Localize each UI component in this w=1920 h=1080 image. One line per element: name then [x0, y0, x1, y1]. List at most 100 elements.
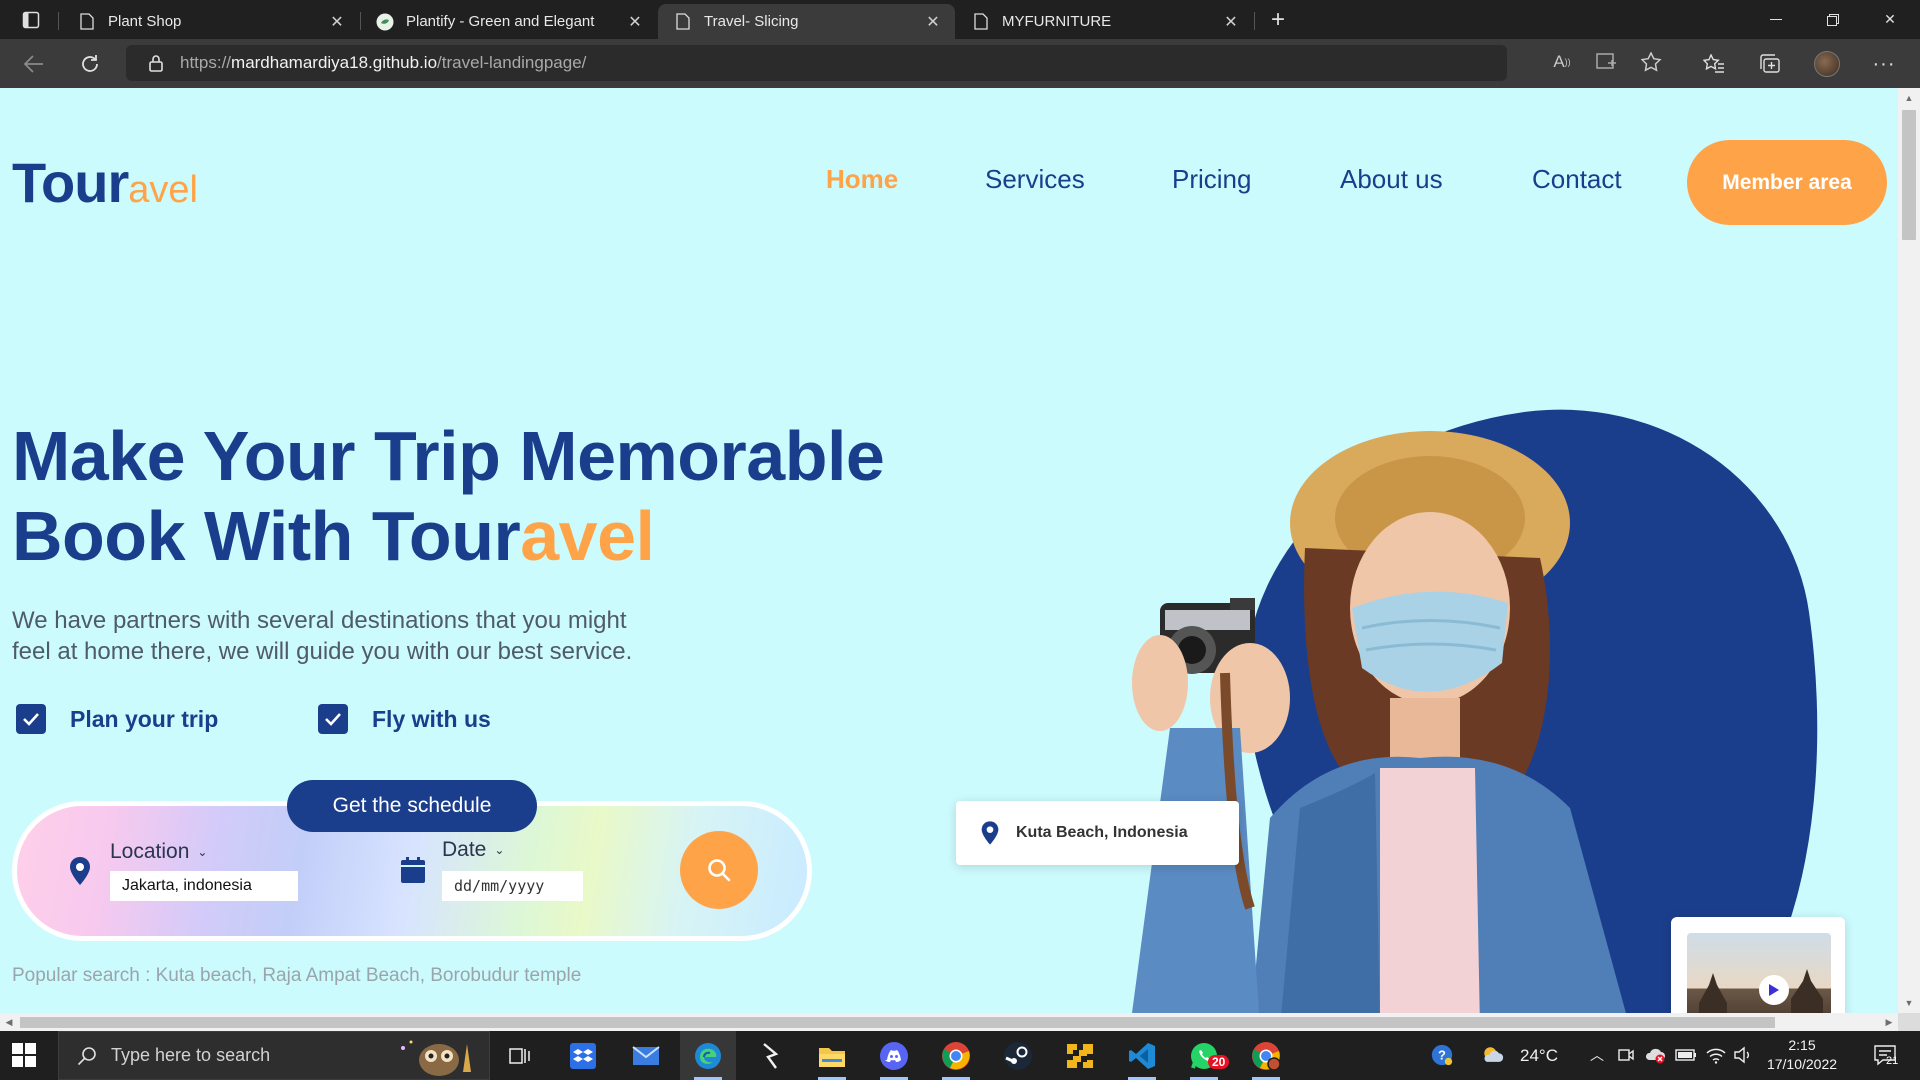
- close-window-button[interactable]: ✕: [1862, 0, 1918, 39]
- close-icon[interactable]: ✕: [625, 12, 645, 32]
- search-icon: [77, 1046, 96, 1065]
- mail-icon[interactable]: [618, 1031, 674, 1080]
- edge-browser-icon[interactable]: [680, 1031, 736, 1080]
- tab-actions-icon[interactable]: [12, 7, 50, 33]
- collections-icon[interactable]: [1754, 48, 1786, 80]
- tab-title: Travel- Slicing: [704, 13, 799, 30]
- location-dropdown[interactable]: Location ⌄: [110, 840, 207, 864]
- taskbar-search-box[interactable]: Type here to search: [58, 1031, 490, 1080]
- nav-home[interactable]: Home: [826, 164, 898, 195]
- clock-time: 2:15: [1788, 1037, 1816, 1053]
- steam-icon[interactable]: [990, 1031, 1046, 1080]
- file-explorer-icon[interactable]: [804, 1031, 860, 1080]
- battery-icon[interactable]: [1674, 1043, 1698, 1067]
- taskbar-clock[interactable]: 2:15 17/10/2022: [1760, 1036, 1844, 1074]
- hero-title-main: Book With Tour: [12, 497, 521, 575]
- meet-now-icon[interactable]: [1614, 1043, 1638, 1067]
- location-input[interactable]: Jakarta, indonesia: [110, 871, 298, 901]
- nav-pricing[interactable]: Pricing: [1172, 164, 1251, 195]
- vscode-icon[interactable]: [1114, 1031, 1170, 1080]
- help-icon[interactable]: ?: [1430, 1043, 1454, 1067]
- url-text: https://mardhamardiya18.github.io/travel…: [180, 53, 586, 73]
- chevron-down-icon: ⌄: [197, 845, 208, 859]
- restore-button[interactable]: [1805, 0, 1861, 39]
- taskbar-search-placeholder: Type here to search: [111, 1045, 271, 1065]
- more-menu-icon[interactable]: ···: [1868, 48, 1900, 80]
- refresh-button[interactable]: [75, 49, 105, 79]
- checkbox-icon: [16, 704, 46, 734]
- tab-myfurniture[interactable]: MYFURNITURE ✕: [956, 4, 1253, 39]
- search-highlight-owl-icon: [401, 1040, 471, 1076]
- immersive-reader-icon[interactable]: [1592, 47, 1622, 77]
- volume-icon[interactable]: [1731, 1043, 1755, 1067]
- vertical-scrollbar[interactable]: ▲ ▼: [1898, 88, 1920, 1013]
- new-tab-button[interactable]: +: [1264, 6, 1292, 34]
- popular-search-text: Popular search : Kuta beach, Raja Ampat …: [12, 965, 582, 986]
- scrollbar-thumb[interactable]: [1902, 110, 1916, 240]
- read-aloud-icon[interactable]: A)): [1547, 47, 1577, 77]
- date-label: Date: [442, 838, 487, 861]
- wifi-icon[interactable]: [1704, 1043, 1728, 1067]
- clock-date: 17/10/2022: [1766, 1056, 1838, 1072]
- date-dropdown[interactable]: Date ⌄: [442, 838, 504, 862]
- browser-tab-strip: Plant Shop ✕ Plantify - Green and Elegan…: [0, 0, 1920, 39]
- chevron-down-icon: ⌄: [494, 843, 505, 857]
- scroll-right-icon[interactable]: ▶: [1880, 1013, 1898, 1031]
- scroll-left-icon[interactable]: ◀: [0, 1013, 18, 1031]
- lock-icon[interactable]: [148, 54, 166, 72]
- close-icon[interactable]: ✕: [327, 12, 347, 32]
- nav-services[interactable]: Services: [985, 164, 1085, 195]
- date-input[interactable]: dd/mm/yyyy: [442, 871, 583, 901]
- location-card: Kuta Beach, Indonesia: [956, 801, 1239, 865]
- cloud-sync-error-icon[interactable]: [1643, 1043, 1667, 1067]
- traveler-photo: [1130, 431, 1630, 1028]
- page-icon: [78, 13, 96, 31]
- task-view-icon[interactable]: [492, 1031, 548, 1080]
- vpn-app-icon[interactable]: [742, 1031, 798, 1080]
- favorite-star-icon[interactable]: [1637, 47, 1667, 77]
- scrollbar-thumb[interactable]: [20, 1017, 1775, 1028]
- location-card-text: Kuta Beach, Indonesia: [1016, 824, 1188, 841]
- nav-contact[interactable]: Contact: [1532, 164, 1622, 195]
- weather-temperature[interactable]: 24°C: [1520, 1031, 1558, 1080]
- minimize-button[interactable]: [1748, 0, 1804, 39]
- weather-icon[interactable]: [1480, 1043, 1504, 1067]
- address-bar[interactable]: https://mardhamardiya18.github.io/travel…: [126, 45, 1507, 81]
- show-hidden-icons-chevron-icon[interactable]: ︿: [1585, 1043, 1609, 1067]
- discord-icon[interactable]: [866, 1031, 922, 1080]
- tab-title: MYFURNITURE: [1002, 13, 1112, 30]
- windows-taskbar: Type here to search 20 ? 24°C ︿ 2:15 17/…: [0, 1031, 1920, 1080]
- favorites-icon[interactable]: [1698, 48, 1730, 80]
- location-label: Location: [110, 840, 190, 863]
- get-schedule-button[interactable]: Get the schedule: [287, 780, 537, 832]
- calendar-icon: [400, 856, 426, 889]
- tab-plantify[interactable]: Plantify - Green and Elegant ✕: [360, 4, 657, 39]
- close-icon[interactable]: ✕: [923, 12, 943, 32]
- notification-center-icon[interactable]: 21: [1868, 1043, 1902, 1067]
- hero-title-line1: Make Your Trip Memorable: [12, 417, 885, 495]
- play-icon[interactable]: [1759, 975, 1789, 1005]
- url-host: mardhamardiya18.github.io: [231, 53, 438, 72]
- horizontal-scrollbar[interactable]: ◀ ▶: [0, 1013, 1898, 1031]
- tab-travel-slicing[interactable]: Travel- Slicing ✕: [658, 4, 955, 39]
- windows-start-icon[interactable]: [12, 1043, 38, 1069]
- chrome-profile-icon[interactable]: [1238, 1031, 1294, 1080]
- tab-plant-shop[interactable]: Plant Shop ✕: [62, 4, 359, 39]
- profile-avatar[interactable]: [1811, 48, 1843, 80]
- close-icon[interactable]: ✕: [1221, 12, 1241, 32]
- search-button[interactable]: [680, 831, 758, 909]
- scroll-down-icon[interactable]: ▼: [1898, 993, 1920, 1013]
- site-logo[interactable]: Touravel: [12, 150, 198, 215]
- back-button[interactable]: [19, 49, 49, 79]
- whatsapp-icon[interactable]: 20: [1176, 1031, 1232, 1080]
- scroll-up-icon[interactable]: ▲: [1898, 88, 1920, 108]
- url-scheme: https://: [180, 53, 232, 72]
- sourcetree-app-icon[interactable]: [1052, 1031, 1108, 1080]
- nav-about-us[interactable]: About us: [1340, 164, 1443, 195]
- checkbox-icon: [318, 704, 348, 734]
- chrome-icon[interactable]: [928, 1031, 984, 1080]
- dropbox-icon[interactable]: [555, 1031, 611, 1080]
- location-pin-icon: [981, 821, 999, 845]
- scrollbar-corner: [1898, 1013, 1920, 1031]
- member-area-button[interactable]: Member area: [1687, 140, 1887, 225]
